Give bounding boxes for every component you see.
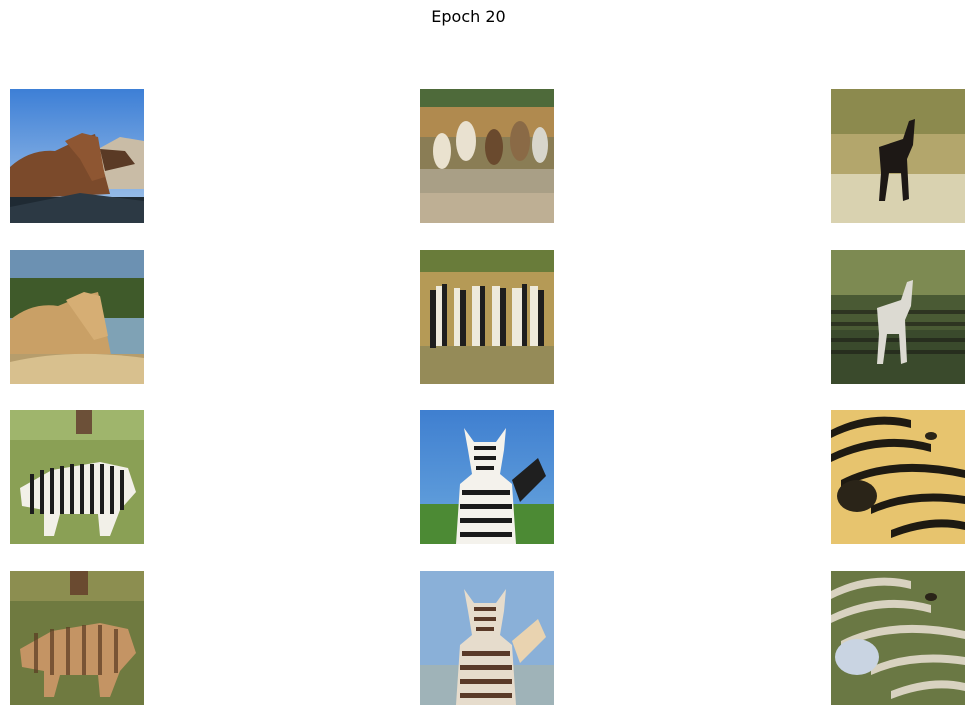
horses-water-image <box>420 89 554 223</box>
grid-image-white-horse-translated <box>831 250 965 384</box>
zebras-field-image <box>10 410 144 544</box>
zebra-closeup-image <box>831 410 965 544</box>
zebra-closeup-translated-image <box>831 571 965 705</box>
grid-image-zebra-closeup-translated <box>831 571 965 705</box>
grid-image-dark-horse <box>831 89 965 223</box>
dark-horse-image <box>831 89 965 223</box>
grid-image-herd-zebra-translated <box>420 250 554 384</box>
white-horse-translated-image <box>831 250 965 384</box>
brown-horse-image <box>10 89 144 223</box>
grid-image-horses-running-water <box>420 89 554 223</box>
grid-image-zebras-field-translated <box>10 571 144 705</box>
brown-horse-translated-image <box>10 250 144 384</box>
zebra-front-translated-image <box>420 571 554 705</box>
figure-title: Epoch 20 <box>431 7 506 26</box>
grid-image-brown-horse-translated <box>10 250 144 384</box>
grid-image-zebras-field <box>10 410 144 544</box>
herd-zebra-translated-image <box>420 250 554 384</box>
grid-image-zebra-front-translated <box>420 571 554 705</box>
grid-image-zebra-closeup <box>831 410 965 544</box>
zebra-front-image <box>420 410 554 544</box>
grid-image-brown-horse <box>10 89 144 223</box>
zebras-field-translated-image <box>10 571 144 705</box>
grid-image-zebra-front <box>420 410 554 544</box>
